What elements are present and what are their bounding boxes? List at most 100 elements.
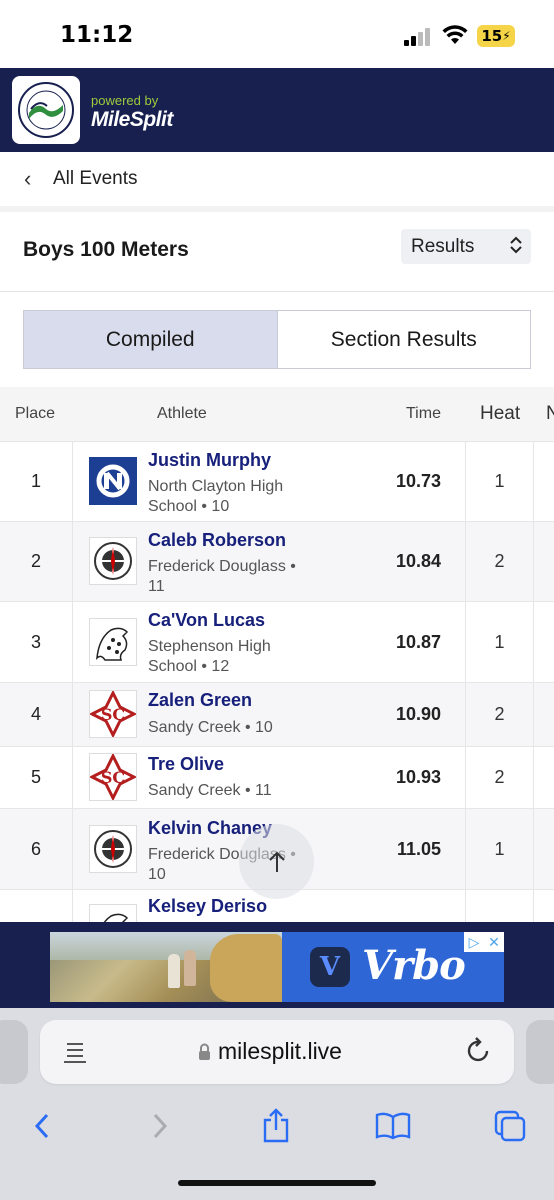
club-logo[interactable] xyxy=(12,76,80,144)
svg-text:SC: SC xyxy=(101,705,125,724)
header-heat[interactable]: Heat xyxy=(480,403,520,425)
vrbo-ad[interactable]: V Vrbo ▷ ✕ xyxy=(50,932,504,1002)
time-cell: 10.93 xyxy=(368,747,466,808)
powered-by-label: powered by xyxy=(91,93,159,108)
ad-band: V Vrbo ▷ ✕ xyxy=(0,922,554,1008)
app-header: powered by MileSplit xyxy=(0,68,554,152)
heat-cell: 1 xyxy=(466,602,534,682)
stephenson-logo-icon xyxy=(89,618,137,666)
cellular-signal-icon xyxy=(404,28,434,46)
time-cell: 10.87 xyxy=(368,602,466,682)
next-tab-stub[interactable] xyxy=(526,1020,554,1084)
frederick-douglass-logo-icon xyxy=(89,537,137,585)
view-select-value: Results xyxy=(411,236,475,257)
athlete-name-link[interactable]: Justin Murphy xyxy=(148,450,271,471)
time-cell: 11.06 xyxy=(368,890,466,922)
back-nav[interactable]: ‹ All Events xyxy=(0,152,554,206)
header-time[interactable]: Time xyxy=(406,405,441,423)
chevron-left-icon: ‹ xyxy=(24,166,32,191)
browser-toolbar xyxy=(0,1096,554,1166)
tab-compiled[interactable]: Compiled xyxy=(24,311,278,368)
milesplit-logo[interactable]: MileSplit xyxy=(91,108,173,132)
home-indicator xyxy=(178,1180,376,1186)
place-cell: 6 xyxy=(0,809,73,889)
header-athlete[interactable]: Athlete xyxy=(157,405,207,423)
previous-tab-stub[interactable] xyxy=(0,1020,28,1084)
back-link-label[interactable]: All Events xyxy=(53,168,137,190)
place-cell: 1 xyxy=(0,442,73,521)
view-select[interactable]: Results xyxy=(401,229,531,264)
athlete-school: North Clayton High School • 10 xyxy=(148,478,284,515)
table-row[interactable]: 5 SC Tre Olive Sandy Creek • 11 10.93 2 xyxy=(0,746,554,808)
sandy-creek-logo-icon: SC xyxy=(89,690,137,738)
status-bar: 11:12 15 ⚡ xyxy=(0,0,554,68)
share-button[interactable] xyxy=(256,1106,296,1146)
share-icon xyxy=(263,1108,289,1143)
battery-indicator: 15 ⚡ xyxy=(477,25,515,47)
place-cell: 5 xyxy=(0,747,73,808)
sandy-creek-logo-icon: SC xyxy=(89,753,137,801)
place-cell: 2 xyxy=(0,522,73,601)
svg-text:SC: SC xyxy=(101,768,125,787)
forward-button[interactable] xyxy=(140,1106,180,1146)
scroll-to-top-button[interactable] xyxy=(239,824,314,899)
ad-choices[interactable]: ▷ ✕ xyxy=(464,932,504,952)
address-bar[interactable]: milesplit.live xyxy=(40,1020,514,1084)
athlete-name-link[interactable]: Kelsey Deriso xyxy=(148,896,267,917)
time-cell: 10.90 xyxy=(368,683,466,746)
back-button[interactable] xyxy=(22,1106,62,1146)
ad-photo xyxy=(50,932,282,1002)
status-time: 11:12 xyxy=(60,22,134,48)
table-header: Place Athlete Time Heat N xyxy=(0,387,554,441)
heat-cell: 1 xyxy=(466,442,534,521)
athlete-school: Sandy Creek • 10 xyxy=(148,719,273,736)
event-title: Boys 100 Meters xyxy=(23,238,189,261)
header-place[interactable]: Place xyxy=(15,405,55,423)
athlete-name-link[interactable]: Tre Olive xyxy=(148,754,224,775)
close-ad-icon[interactable]: ✕ xyxy=(484,932,504,952)
tabs-button[interactable] xyxy=(490,1106,530,1146)
place-cell: 7 xyxy=(0,890,73,922)
table-row[interactable]: 3 Ca'Von Lucas Stephenson High School • … xyxy=(0,601,554,682)
battery-level: 15 xyxy=(481,27,503,45)
chevron-right-icon xyxy=(153,1113,168,1139)
heat-cell: 2 xyxy=(466,683,534,746)
bookmarks-button[interactable] xyxy=(373,1106,413,1146)
chevron-left-icon xyxy=(34,1113,49,1139)
heat-cell: 2 xyxy=(466,747,534,808)
time-cell: 10.73 xyxy=(368,442,466,521)
vrbo-wordmark: Vrbo xyxy=(362,942,466,989)
athlete-school: Stephenson High School • 12 xyxy=(148,638,271,675)
north-clayton-logo-icon xyxy=(89,457,137,505)
athlete-name-link[interactable]: Caleb Roberson xyxy=(148,530,286,551)
browser-chrome: milesplit.live xyxy=(0,1008,554,1200)
frederick-douglass-logo-icon xyxy=(89,825,137,873)
athlete-name-link[interactable]: Ca'Von Lucas xyxy=(148,610,265,631)
heat-cell: 2 xyxy=(466,890,534,922)
ad-choices-icon[interactable]: ▷ xyxy=(464,932,484,952)
time-cell: 10.84 xyxy=(368,522,466,601)
header-extra[interactable]: N xyxy=(546,403,554,425)
heat-cell: 1 xyxy=(466,809,534,889)
athlete-school: Sandy Creek • 11 xyxy=(148,782,272,799)
divider-line xyxy=(0,291,554,292)
athlete-name-link[interactable]: Zalen Green xyxy=(148,690,252,711)
url-text[interactable]: milesplit.live xyxy=(218,1038,342,1065)
table-row[interactable]: 2 Caleb Roberson Frederick Douglass • 11… xyxy=(0,521,554,601)
place-cell: 4 xyxy=(0,683,73,746)
stephenson-logo-icon xyxy=(89,904,137,922)
vrbo-app-icon: V xyxy=(310,947,350,987)
reload-icon[interactable] xyxy=(466,1036,492,1071)
athlete-school: Frederick Douglass • 11 xyxy=(148,558,296,595)
tab-section-results[interactable]: Section Results xyxy=(278,311,531,368)
wifi-icon xyxy=(442,25,468,44)
table-row[interactable]: 4 SC Zalen Green Sandy Creek • 10 10.90 … xyxy=(0,682,554,746)
lock-icon xyxy=(199,1043,210,1060)
heat-cell: 2 xyxy=(466,522,534,601)
section-divider xyxy=(0,206,554,212)
arrow-up-icon xyxy=(268,851,285,872)
select-arrows-icon xyxy=(509,236,523,254)
page-menu-icon[interactable] xyxy=(64,1040,86,1064)
tabs-icon xyxy=(494,1110,526,1142)
table-row[interactable]: 1 Justin Murphy North Clayton High Schoo… xyxy=(0,441,554,521)
